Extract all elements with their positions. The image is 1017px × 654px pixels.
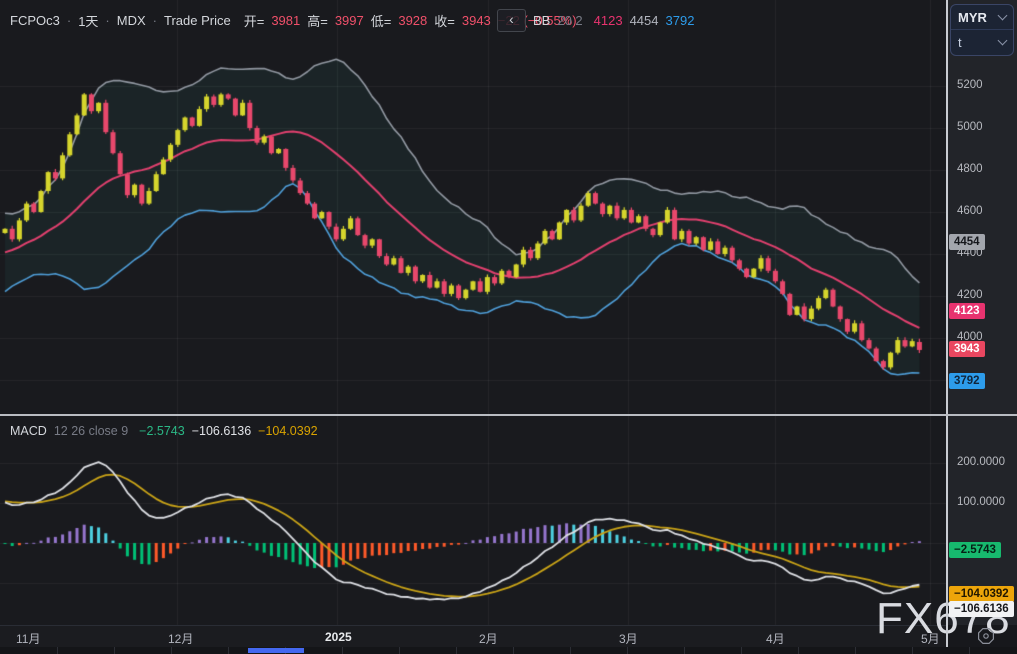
open-value: 3981 — [271, 13, 300, 28]
axis-value-badge: −2.5743 — [949, 542, 1001, 558]
close-label: 收= — [434, 11, 455, 30]
macd-name: MACD — [10, 424, 47, 438]
macd-signal-value: −104.0392 — [258, 424, 317, 438]
scrollbar-thumb[interactable] — [248, 648, 304, 653]
open-label: 开= — [244, 11, 265, 30]
time-label: 12月 — [168, 630, 193, 647]
macd-legend[interactable]: MACD 12 26 close 9 −2.5743 −106.6136 −10… — [10, 420, 318, 442]
scrollbar-tick — [456, 647, 457, 654]
bb-params: 20 2 — [557, 13, 582, 28]
axis-unit-selector: MYR t — [950, 4, 1014, 56]
scrollbar-tick — [684, 647, 685, 654]
scrollbar-tick — [798, 647, 799, 654]
macd-line-value: −106.6136 — [192, 424, 251, 438]
time-label: 2月 — [479, 630, 498, 647]
interval-label: 1天 — [78, 11, 98, 30]
low-label: 低= — [371, 11, 392, 30]
macd-params: 12 26 close 9 — [54, 424, 128, 438]
axis-settings-icon[interactable] — [977, 627, 995, 645]
scrollbar-tick — [228, 647, 229, 654]
chevron-down-icon — [998, 11, 1008, 21]
series-type-label: Trade Price — [164, 13, 231, 28]
exchange-label: MDX — [117, 13, 146, 28]
bb-upper-value: 4454 — [630, 13, 659, 28]
scrollbar-tick — [513, 647, 514, 654]
time-label: 4月 — [766, 630, 785, 647]
axis-tick-label: 4800 — [957, 163, 983, 175]
axis-tick-label: 4200 — [957, 289, 983, 301]
bb-basis-value: 4123 — [594, 13, 623, 28]
scrollbar-tick — [114, 647, 115, 654]
macd-hist-value: −2.5743 — [139, 424, 185, 438]
scrollbar-tick — [399, 647, 400, 654]
axis-value-badge: 3943 — [949, 341, 985, 357]
low-value: 3928 — [398, 13, 427, 28]
scrollbar-tick — [741, 647, 742, 654]
axis-value-badge: −106.6136 — [949, 601, 1014, 617]
bb-legend[interactable]: BB 20 2 4123 4454 3792 — [533, 9, 694, 31]
horizontal-scrollbar[interactable] — [0, 647, 1017, 654]
pane-separator[interactable] — [0, 414, 1017, 416]
time-label: 3月 — [619, 630, 638, 647]
chart-canvas[interactable] — [0, 0, 948, 647]
scrollbar-tick — [171, 647, 172, 654]
time-label: 11月 — [16, 630, 40, 647]
axis-tick-label: 5000 — [957, 121, 983, 133]
chevron-left-icon: ‹ — [509, 11, 514, 27]
time-label: 5月 — [921, 630, 940, 647]
scrollbar-tick — [969, 647, 970, 654]
unit-dropdown[interactable]: t — [951, 29, 1013, 54]
scrollbar-tick — [57, 647, 58, 654]
axis-tick-label: 100.0000 — [957, 496, 1005, 508]
scrollbar-tick — [855, 647, 856, 654]
unit-value: t — [958, 35, 962, 50]
high-label: 高= — [307, 11, 328, 30]
scrollbar-tick — [627, 647, 628, 654]
bb-lower-value: 3792 — [666, 13, 695, 28]
scrollbar-tick — [570, 647, 571, 654]
axis-value-badge: 4123 — [949, 303, 985, 319]
axis-tick-label: 5200 — [957, 79, 983, 91]
scrollbar-tick — [912, 647, 913, 654]
currency-dropdown[interactable]: MYR — [951, 5, 1013, 29]
axis-value-badge: 4454 — [949, 234, 985, 250]
currency-value: MYR — [958, 10, 987, 25]
symbol-name: FCPOc3 — [10, 13, 60, 28]
close-value: 3943 — [462, 13, 491, 28]
time-label: 2025 — [325, 630, 352, 644]
time-axis[interactable]: 11月 12月 2025 2月 3月 4月 5月 — [0, 625, 1017, 648]
bb-name: BB — [533, 13, 550, 28]
axis-value-badge: 3792 — [949, 373, 985, 389]
axis-separator-line — [946, 0, 948, 647]
symbol-legend[interactable]: FCPOc3 · 1天 · MDX · Trade Price 开=3981 高… — [10, 9, 577, 31]
trading-chart-app: FX678 FCPOc3 · 1天 · MDX · Trade Price 开=… — [0, 0, 1017, 654]
axis-tick-label: 4600 — [957, 205, 983, 217]
chevron-down-icon — [998, 36, 1008, 46]
high-value: 3997 — [335, 13, 364, 28]
axis-tick-label: 200.0000 — [957, 456, 1005, 468]
axis-value-badge: −104.0392 — [949, 586, 1014, 602]
scrollbar-tick — [342, 647, 343, 654]
legend-collapse-button[interactable]: ‹ — [497, 9, 526, 32]
